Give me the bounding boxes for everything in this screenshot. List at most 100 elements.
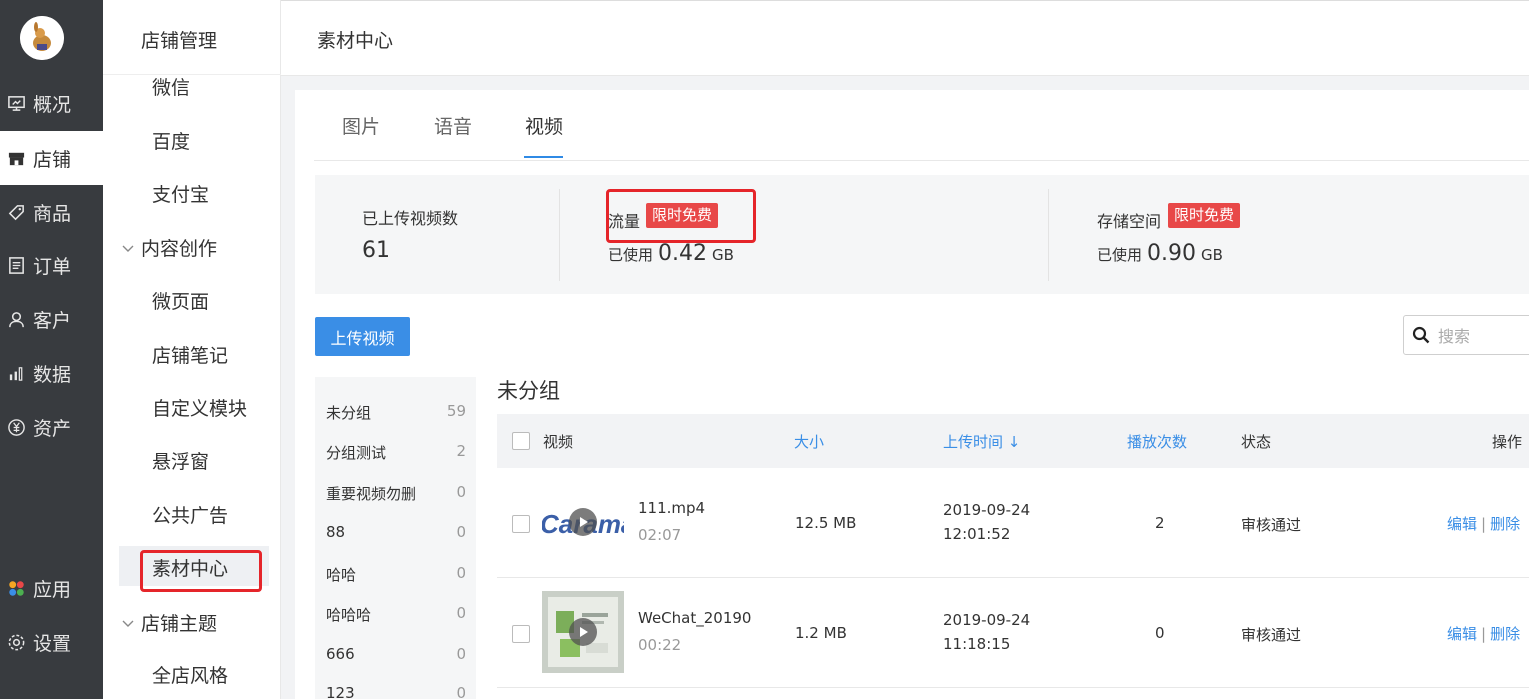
storage-label: 存储空间 <box>1097 212 1162 231</box>
highlight-box <box>140 550 262 592</box>
traffic-used-value: 0.42 <box>658 241 707 266</box>
yen-icon <box>6 417 26 437</box>
subnav-item-public-ads[interactable]: 公共广告 <box>152 501 228 528</box>
group-list: 未分组 59 分组测试 2 重要视频勿删 0 88 0 哈哈 0 哈哈哈 0 666 0 12… <box>315 377 476 699</box>
apps-icon <box>6 578 26 598</box>
group-count: 0 <box>456 523 466 541</box>
status-text: 审核通过 <box>1241 516 1302 534</box>
main-rail: 概况 店铺 商品 订单 客户 数据 资产 应用 设置 <box>0 0 103 699</box>
play-icon[interactable] <box>569 508 597 536</box>
upload-video-button[interactable]: 上传视频 <box>315 317 410 356</box>
rail-item-label: 设置 <box>33 632 72 655</box>
video-thumbnail[interactable]: Carama <box>542 481 624 563</box>
table-header: 视频 大小 上传时间 ↓ 播放次数 状态 操作 <box>497 414 1529 468</box>
rail-item-orders[interactable]: 订单 <box>0 238 103 292</box>
rail-item-settings[interactable]: 设置 <box>0 615 103 669</box>
column-header-upload-time[interactable]: 上传时间 ↓ <box>943 431 1020 452</box>
delete-link[interactable]: 删除 <box>1490 625 1520 643</box>
app-root: 概况 店铺 商品 订单 客户 数据 资产 应用 设置 店铺管理 微信 百度 支付… <box>0 0 1529 699</box>
tag-icon <box>6 202 26 222</box>
video-size: 1.2 MB <box>795 624 847 642</box>
rail-item-apps[interactable]: 应用 <box>0 561 103 615</box>
subnav-group-content[interactable]: 内容创作 <box>121 234 217 261</box>
edit-link[interactable]: 编辑 <box>1447 515 1477 533</box>
rail-item-goods[interactable]: 商品 <box>0 185 103 239</box>
traffic-used-unit: GB <box>712 246 734 264</box>
play-count: 0 <box>1155 624 1165 642</box>
storage-used-unit: GB <box>1201 246 1223 264</box>
search-input[interactable]: 搜索 <box>1403 315 1529 355</box>
upload-time: 12:01:52 <box>943 525 1011 543</box>
group-count: 0 <box>456 604 466 622</box>
group-name: 666 <box>326 645 355 663</box>
video-duration: 02:07 <box>638 526 682 544</box>
subnav-item-alipay[interactable]: 支付宝 <box>152 180 209 207</box>
rail-item-label: 订单 <box>33 255 72 278</box>
group-item[interactable]: 重要视频勿删 0 <box>326 483 466 504</box>
subnav-item-store-notes[interactable]: 店铺笔记 <box>152 341 228 368</box>
user-icon <box>6 309 26 329</box>
uploaded-count-label: 已上传视频数 <box>362 209 459 228</box>
group-name: 分组测试 <box>326 444 387 462</box>
avatar[interactable] <box>20 16 64 60</box>
table-row: WeChat_20190 00:22 1.2 MB 2019-09-24 11:… <box>497 578 1529 688</box>
gear-icon <box>6 632 26 652</box>
tab-video[interactable]: 视频 <box>525 112 563 139</box>
top-header: 素材中心 <box>281 0 1529 76</box>
delete-link[interactable]: 删除 <box>1490 515 1520 533</box>
select-all-checkbox[interactable] <box>512 432 530 450</box>
action-separator: | <box>1481 515 1487 533</box>
video-thumbnail[interactable] <box>542 591 624 673</box>
rail-item-overview[interactable]: 概况 <box>0 76 103 130</box>
column-header-size[interactable]: 大小 <box>794 431 824 452</box>
group-name: 哈哈 <box>326 566 357 584</box>
rail-item-store[interactable]: 店铺 <box>0 131 103 185</box>
group-item[interactable]: 123 0 <box>326 684 466 699</box>
column-header-plays[interactable]: 播放次数 <box>1127 431 1187 452</box>
rail-item-label: 概况 <box>33 93 72 116</box>
group-name: 哈哈哈 <box>326 606 372 624</box>
column-header-video: 视频 <box>543 433 574 451</box>
group-item[interactable]: 哈哈哈 0 <box>326 604 466 625</box>
group-item[interactable]: 666 0 <box>326 645 466 663</box>
play-icon[interactable] <box>569 618 597 646</box>
storage-free-badge: 限时免费 <box>1168 203 1241 228</box>
edit-link[interactable]: 编辑 <box>1447 625 1477 643</box>
subnav-item-baidu[interactable]: 百度 <box>152 127 190 154</box>
subnav-item-wechat[interactable]: 微信 <box>152 73 190 100</box>
uploaded-count-value: 61 <box>362 238 390 263</box>
row-actions: 编辑 | 删除 <box>1447 623 1520 644</box>
group-count: 0 <box>456 483 466 501</box>
upload-time: 11:18:15 <box>943 635 1011 653</box>
tab-images[interactable]: 图片 <box>342 112 380 139</box>
group-item[interactable]: 88 0 <box>326 523 466 541</box>
subnav-group-theme[interactable]: 店铺主题 <box>121 609 217 636</box>
overview-icon <box>6 93 26 113</box>
rail-item-assets[interactable]: 资产 <box>0 400 103 454</box>
tab-audio[interactable]: 语音 <box>434 112 472 139</box>
storage-used-prefix: 已使用 <box>1097 246 1143 264</box>
rail-item-label: 客户 <box>33 309 72 332</box>
search-icon <box>1412 326 1430 344</box>
row-checkbox[interactable] <box>512 515 530 533</box>
divider <box>103 74 281 75</box>
group-item[interactable]: 未分组 59 <box>326 402 466 423</box>
subnav-item-custom-module[interactable]: 自定义模块 <box>152 394 247 421</box>
subnav-group-label: 店铺主题 <box>141 613 218 635</box>
group-count: 0 <box>456 645 466 663</box>
row-actions: 编辑 | 删除 <box>1447 513 1520 534</box>
rail-item-data[interactable]: 数据 <box>0 346 103 400</box>
row-checkbox[interactable] <box>512 625 530 643</box>
traffic-used: 已使用 0.42 GB <box>608 241 734 266</box>
status-text: 审核通过 <box>1241 626 1302 644</box>
group-name: 88 <box>326 523 346 541</box>
group-name: 未分组 <box>326 404 372 422</box>
subnav-item-micro-page[interactable]: 微页面 <box>152 287 209 314</box>
rail-item-customers[interactable]: 客户 <box>0 292 103 346</box>
active-tab-indicator <box>524 156 563 158</box>
storage-used-value: 0.90 <box>1147 241 1196 266</box>
group-item[interactable]: 分组测试 2 <box>326 442 466 463</box>
subnav-item-store-style[interactable]: 全店风格 <box>152 661 228 688</box>
subnav-item-floating-window[interactable]: 悬浮窗 <box>152 447 209 474</box>
group-item[interactable]: 哈哈 0 <box>326 564 466 585</box>
